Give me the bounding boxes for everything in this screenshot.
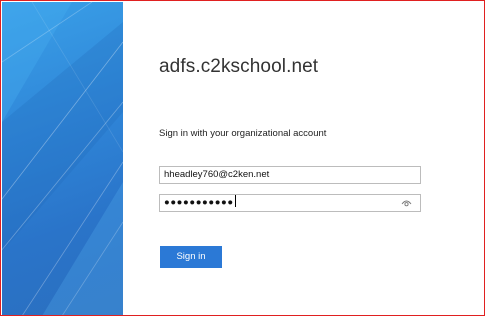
illustration-panel xyxy=(2,2,123,315)
username-value: hheadley760@c2ken.net xyxy=(164,169,270,180)
text-caret xyxy=(234,195,236,207)
page-title: adfs.c2kschool.net xyxy=(159,56,319,77)
password-value: ●●●●●●●●●●● xyxy=(164,197,234,208)
eye-icon[interactable] xyxy=(401,198,412,208)
username-field[interactable]: hheadley760@c2ken.net xyxy=(159,166,421,184)
login-window: adfs.c2kschool.net Sign in with your org… xyxy=(0,0,485,316)
sign-in-panel: adfs.c2kschool.net Sign in with your org… xyxy=(123,2,484,315)
abstract-lines-graphic xyxy=(2,2,123,315)
password-field[interactable]: ●●●●●●●●●●● xyxy=(159,194,421,212)
sign-in-instructions: Sign in with your organizational account xyxy=(159,128,327,139)
sign-in-button[interactable]: Sign in xyxy=(160,246,222,268)
